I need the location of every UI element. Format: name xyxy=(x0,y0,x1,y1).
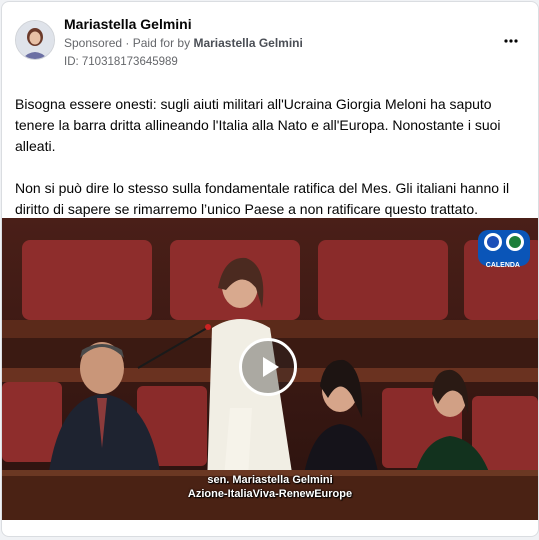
sponsored-line: Sponsored · Paid for by Mariastella Gelm… xyxy=(64,36,303,50)
sponsored-label: Sponsored xyxy=(64,36,123,50)
video-player[interactable]: CALENDA sen. Mariastella Gelmini Azione-… xyxy=(2,218,538,520)
paid-for-label: Paid for by xyxy=(132,36,191,50)
more-options-icon[interactable] xyxy=(504,30,518,48)
post-paragraph-2: Non si può dire lo stesso sulla fondamen… xyxy=(15,180,510,217)
avatar-image xyxy=(16,21,54,59)
author-name[interactable]: Mariastella Gelmini xyxy=(64,16,192,32)
party-logo-badge: CALENDA xyxy=(476,226,532,270)
ad-id: ID: 710318173645989 xyxy=(64,56,178,68)
speaker-caption-group: Azione-ItaliaViva-RenewEurope xyxy=(187,488,353,500)
post-paragraph-1: Bisogna essere onesti: sugli aiuti milit… xyxy=(15,96,501,154)
separator-dot: · xyxy=(125,36,130,50)
party-logo-text: CALENDA xyxy=(485,262,520,269)
paid-by-name[interactable]: Mariastella Gelmini xyxy=(193,36,302,50)
ad-post-card: Mariastella Gelmini Sponsored · Paid for… xyxy=(1,1,539,537)
play-icon[interactable] xyxy=(239,338,297,396)
author-avatar[interactable] xyxy=(15,20,55,60)
speaker-caption-name: sen. Mariastella Gelmini xyxy=(207,474,333,486)
